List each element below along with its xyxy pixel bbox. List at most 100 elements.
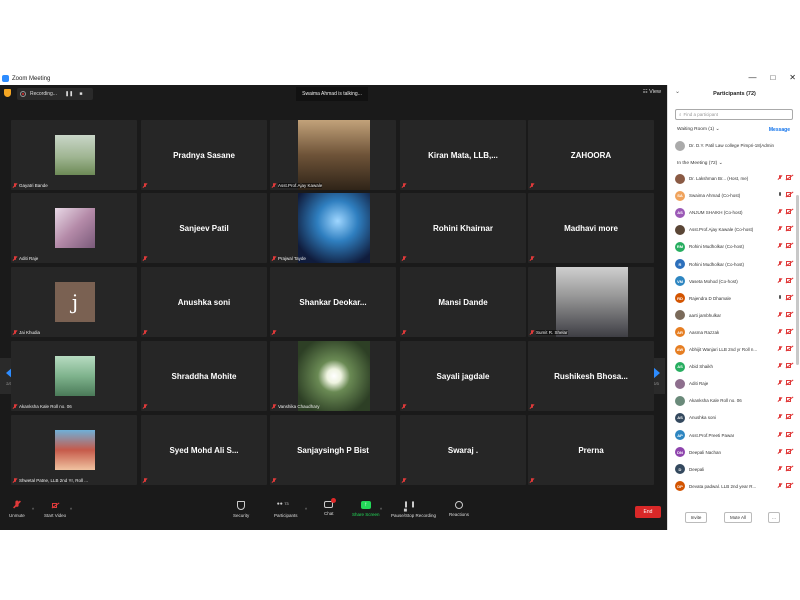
- participant-row[interactable]: RM Rohini Mudholkar (Co-host): [675, 238, 793, 255]
- tile-label: [402, 183, 406, 188]
- start-video-button[interactable]: Start Video: [44, 501, 66, 518]
- tile-label: [272, 330, 276, 335]
- participant-row[interactable]: Aditi Raje: [675, 375, 793, 392]
- video-tile[interactable]: Prajwal Tayde: [270, 193, 396, 263]
- end-meeting-button[interactable]: End: [635, 506, 661, 518]
- participant-row[interactable]: R Rohini Mudholkar (Co-host): [675, 256, 793, 273]
- participant-row[interactable]: AS Anushka soni: [675, 409, 793, 426]
- video-tile[interactable]: Mansi Dande: [400, 267, 526, 337]
- video-tile[interactable]: j Jai Khudia: [11, 267, 137, 337]
- security-shield-icon[interactable]: [4, 89, 11, 97]
- muted-mic-icon: [530, 478, 534, 483]
- unmute-button[interactable]: Unmute: [9, 500, 25, 518]
- video-grid: Gayatri Bande Pradnya Sasane Asst.Prof.Aja…: [11, 120, 668, 510]
- video-tile[interactable]: Kiran Mata, LLB,...: [400, 120, 526, 190]
- participant-row[interactable]: DN Deepali Nachan: [675, 444, 793, 461]
- panel-scrollbar[interactable]: [796, 195, 799, 365]
- participant-row[interactable]: RD Rajendra D Dhamale: [675, 290, 793, 307]
- maximize-button[interactable]: □: [770, 73, 775, 82]
- muted-mic-icon: [778, 448, 782, 454]
- video-tile[interactable]: Gayatri Bande: [11, 120, 137, 190]
- participant-name: ZAHOORA: [570, 150, 612, 160]
- participant-row[interactable]: Asst.Prof.Ajay Kawale (Co-host): [675, 221, 793, 238]
- view-button[interactable]: ☷ View: [643, 89, 661, 95]
- participant-name: Aditi Raje: [689, 381, 709, 387]
- video-tile[interactable]: Sanjeev Patil: [141, 193, 267, 263]
- video-tile[interactable]: Sumit R. Shelar: [528, 267, 654, 337]
- waiting-room-row[interactable]: Dr. D.Y. Patil Law college Pimpri-18(Adm…: [675, 137, 793, 154]
- in-meeting-header[interactable]: In the Meeting (72) ⌄: [677, 161, 723, 166]
- tile-label: [402, 330, 406, 335]
- video-options-caret[interactable]: ^: [70, 507, 72, 512]
- video-tile[interactable]: Swaraj .: [400, 415, 526, 485]
- video-tile[interactable]: Shankar Deokar...: [270, 267, 396, 337]
- video-tile[interactable]: Madhavi more: [528, 193, 654, 263]
- stop-recording-icon[interactable]: ■: [79, 91, 82, 97]
- invite-button[interactable]: Invite: [685, 512, 707, 523]
- tile-label: Shwetal Patne, LLB 2nd Yr, Roll ...: [13, 478, 88, 483]
- video-tile[interactable]: Aditi Raje: [11, 193, 137, 263]
- video-tile[interactable]: Rushikesh Bhosa...: [528, 341, 654, 411]
- waiting-room-header[interactable]: Waiting Room (1) ⌄: [677, 127, 720, 132]
- pause-recording-icon[interactable]: ❚❚: [65, 91, 73, 97]
- participant-avatar: AR: [675, 327, 685, 338]
- pause-stop-recording-button[interactable]: ❚❚ ■ Pause/Stop Recording: [391, 501, 436, 518]
- participant-name: Mansi Dande: [438, 297, 488, 307]
- participant-search-input[interactable]: ⌕ Find a participant: [675, 109, 793, 120]
- video-tile[interactable]: Shwetal Patne, LLB 2nd Yr, Roll ...: [11, 415, 137, 485]
- video-tile[interactable]: Shraddha Mohite: [141, 341, 267, 411]
- participants-icon: ●● 73: [276, 501, 289, 507]
- security-button[interactable]: Security: [233, 501, 249, 518]
- window-title: Zoom Meeting: [12, 75, 51, 82]
- search-icon: ⌕: [679, 112, 682, 117]
- participant-row[interactable]: AR Aasma Razzak: [675, 324, 793, 341]
- participant-row[interactable]: SA Swaima Ahmad (Co-host): [675, 187, 793, 204]
- video-tile[interactable]: Prerna: [528, 415, 654, 485]
- video-tile[interactable]: Sanjaysingh P Bist: [270, 415, 396, 485]
- participant-row[interactable]: Akanksha Kale Roll no. 06: [675, 392, 793, 409]
- minimize-button[interactable]: —: [748, 73, 756, 82]
- participant-row[interactable]: VM Vaseta Mohod (Co-host): [675, 273, 793, 290]
- close-button[interactable]: ✕: [789, 73, 796, 82]
- video-tile[interactable]: Asst.Prof.Ajay Kawale: [270, 120, 396, 190]
- video-tile[interactable]: Vanshika Chaudhary: [270, 341, 396, 411]
- in-meeting-chevron-icon: ⌄: [718, 161, 723, 166]
- tile-label: [530, 478, 534, 483]
- video-tile[interactable]: Akanksha Kale Roll no. 06: [11, 341, 137, 411]
- share-screen-button[interactable]: ↑ Share Screen: [352, 501, 380, 517]
- more-options-button[interactable]: ...: [768, 512, 780, 523]
- participant-row[interactable]: aarti jambhulkar: [675, 307, 793, 324]
- message-button[interactable]: Message: [769, 127, 790, 133]
- audio-options-caret[interactable]: ^: [32, 507, 34, 512]
- video-tile[interactable]: ZAHOORA: [528, 120, 654, 190]
- participant-row[interactable]: AP Asst.Prof.Preeti Pawar: [675, 427, 793, 444]
- participants-count: 73: [284, 501, 289, 506]
- reactions-button[interactable]: Reactions: [449, 501, 469, 517]
- recording-indicator: Recording... ❚❚ ■: [17, 88, 93, 100]
- participant-avatar: RD: [675, 293, 685, 304]
- collapse-chevron-icon[interactable]: ⌄: [675, 88, 680, 95]
- participant-row[interactable]: AS ANJUM SHAIKH (Co-host): [675, 204, 793, 221]
- participant-row[interactable]: Dr. Lakshman Br... (Host, me): [675, 170, 793, 187]
- panel-footer: Invite Mute All ...: [668, 506, 800, 530]
- participant-photo: [55, 135, 95, 175]
- participant-row[interactable]: DP Devata padwal. LLB 2nd year R...: [675, 478, 793, 495]
- video-tile[interactable]: Sayali jagdale: [400, 341, 526, 411]
- participant-row[interactable]: D Deepali: [675, 461, 793, 478]
- participants-button[interactable]: ●● 73 Participants: [274, 501, 298, 518]
- participants-caret[interactable]: ^: [305, 507, 307, 512]
- video-off-icon: [786, 397, 793, 403]
- participant-row[interactable]: AW Abhijit Wanjari LLB 2nd yr Roll n...: [675, 341, 793, 358]
- participant-row[interactable]: AS Abid Shaikh: [675, 358, 793, 375]
- video-tile[interactable]: Rohini Khairnar: [400, 193, 526, 263]
- muted-mic-icon: [530, 256, 534, 261]
- video-tile[interactable]: Syed Mohd Ali S...: [141, 415, 267, 485]
- view-label: View: [649, 89, 661, 95]
- talking-indicator: Swaima Ahmad is talking...: [296, 87, 368, 101]
- video-tile[interactable]: Anushka soni: [141, 267, 267, 337]
- video-tile[interactable]: Pradnya Sasane: [141, 120, 267, 190]
- chat-button[interactable]: Chat: [324, 498, 337, 516]
- share-caret[interactable]: ^: [380, 507, 382, 512]
- share-screen-label: Share Screen: [352, 512, 380, 517]
- mute-all-button[interactable]: Mute All: [724, 512, 752, 523]
